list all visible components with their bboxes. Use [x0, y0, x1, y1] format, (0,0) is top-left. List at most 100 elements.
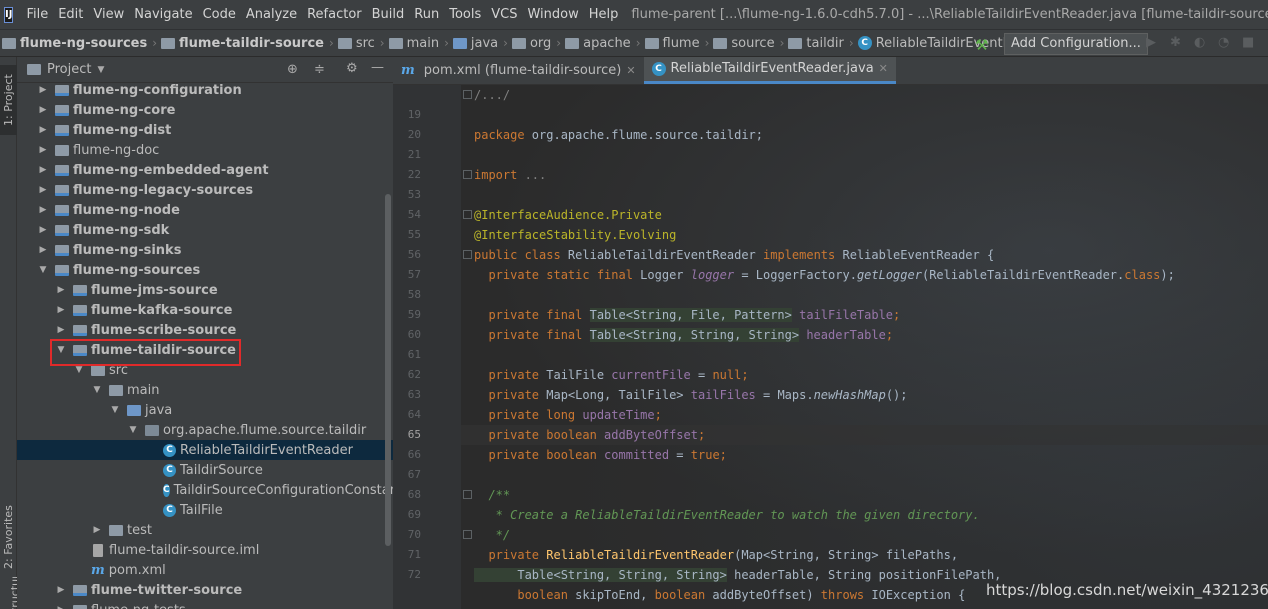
tree-item-module[interactable]: ▶ flume-ng-embedded-agent	[17, 160, 393, 180]
breadcrumb-item[interactable]: source	[713, 36, 775, 51]
coverage-icon[interactable]: ◐	[1194, 35, 1205, 50]
fold-marker-icon[interactable]	[463, 210, 472, 219]
collapse-arrow-icon[interactable]: ▼	[91, 385, 103, 395]
fold-marker-icon[interactable]	[463, 90, 472, 99]
tree-item-file[interactable]: m pom.xml	[17, 560, 393, 580]
run-icon[interactable]: ▶	[1146, 35, 1156, 50]
breadcrumb-item[interactable]: flume-ng-sources	[2, 36, 147, 51]
menu-help[interactable]: Help	[584, 0, 624, 29]
breadcrumb-item[interactable]: flume-taildir-source	[161, 36, 324, 51]
breadcrumb-item[interactable]: main	[388, 36, 439, 51]
tree-item-package[interactable]: ▼ org.apache.flume.source.taildir	[17, 420, 393, 440]
folded-region[interactable]: /.../	[474, 88, 510, 102]
locate-icon[interactable]: ⊕	[287, 62, 298, 77]
expand-arrow-icon[interactable]: ▶	[55, 285, 67, 295]
menu-tools[interactable]: Tools	[444, 0, 486, 29]
expand-arrow-icon[interactable]: ▶	[37, 205, 49, 215]
tab-reliable-taildir-event-reader[interactable]: C ReliableTaildirEventReader.java ✕	[643, 57, 896, 84]
tree-item-class[interactable]: C TaildirSourceConfigurationConstants	[17, 480, 393, 500]
build-hammer-icon[interactable]: ⚒	[975, 36, 988, 54]
breadcrumb-item[interactable]: java	[452, 36, 498, 51]
expand-arrow-icon[interactable]: ▶	[55, 605, 67, 609]
tree-item-module[interactable]: ▶ flume-ng-node	[17, 200, 393, 220]
debug-icon[interactable]: ✱	[1170, 35, 1181, 50]
expand-arrow-icon[interactable]: ▶	[55, 325, 67, 335]
expand-arrow-icon[interactable]: ▶	[55, 585, 67, 595]
menu-navigate[interactable]: Navigate	[129, 0, 197, 29]
collapse-arrow-icon[interactable]: ▼	[73, 365, 85, 375]
tree-item-module[interactable]: ▶ flume-jms-source	[17, 280, 393, 300]
expand-arrow-icon[interactable]: ▶	[37, 145, 49, 155]
menu-view[interactable]: View	[88, 0, 129, 29]
menu-edit[interactable]: Edit	[53, 0, 88, 29]
tree-item-module[interactable]: ▶ flume-kafka-source	[17, 300, 393, 320]
collapse-all-icon[interactable]: ≑	[314, 62, 325, 77]
tab-project[interactable]: 1: Project	[0, 65, 17, 135]
expand-arrow-icon[interactable]: ▶	[37, 125, 49, 135]
menu-build[interactable]: Build	[367, 0, 410, 29]
gear-icon[interactable]: ⚙	[346, 61, 358, 76]
breadcrumb-item[interactable]: apache	[565, 36, 631, 51]
project-panel-title[interactable]: Project	[47, 62, 91, 77]
tree-item-module[interactable]: ▶ flume-ng-sinks	[17, 240, 393, 260]
menu-vcs[interactable]: VCS	[486, 0, 522, 29]
tree-item-module[interactable]: ▶ flume-scribe-source	[17, 320, 393, 340]
collapse-arrow-icon[interactable]: ▼	[37, 265, 49, 275]
expand-arrow-icon[interactable]: ▶	[37, 105, 49, 115]
tree-item-file[interactable]: flume-taildir-source.iml	[17, 540, 393, 560]
expand-arrow-icon[interactable]: ▶	[37, 85, 49, 95]
fold-marker-icon[interactable]	[463, 250, 472, 259]
collapse-arrow-icon[interactable]: ▼	[109, 405, 121, 415]
tab-pom-xml[interactable]: m pom.xml (flume-taildir-source) ✕	[393, 57, 644, 84]
expand-arrow-icon[interactable]: ▶	[55, 305, 67, 315]
fold-marker-icon[interactable]	[463, 490, 472, 499]
code-token: ReliableEventReader {	[835, 248, 995, 262]
tree-item-module[interactable]: ▼ flume-ng-sources	[17, 260, 393, 280]
tree-item-class[interactable]: C TaildirSource	[17, 460, 393, 480]
add-configuration-button[interactable]: Add Configuration...	[1004, 33, 1148, 55]
tree-item-folder[interactable]: ▶ flume-ng-doc	[17, 140, 393, 160]
tree-item-module[interactable]: ▶ flume-ng-tests	[17, 600, 393, 609]
code-editor[interactable]: m pom.xml (flume-taildir-source) ✕ C Reliab…	[393, 57, 1268, 609]
fold-marker-icon[interactable]	[463, 170, 472, 179]
breadcrumb-item[interactable]: org	[511, 36, 551, 51]
minimize-icon[interactable]: —	[371, 60, 384, 75]
expand-arrow-icon[interactable]: ▶	[37, 165, 49, 175]
tree-item-folder[interactable]: ▼ main	[17, 380, 393, 400]
menu-file[interactable]: File	[21, 0, 53, 29]
tree-item-folder[interactable]: ▶ test	[17, 520, 393, 540]
menu-run[interactable]: Run	[409, 0, 444, 29]
intellij-logo-icon[interactable]: IJ	[4, 6, 14, 23]
fold-marker-icon[interactable]	[463, 530, 472, 539]
tree-item-folder[interactable]: ▼ java	[17, 400, 393, 420]
menu-refactor[interactable]: Refactor	[302, 0, 367, 29]
tab-favorites[interactable]: 2: Favorites	[0, 497, 17, 577]
close-icon[interactable]: ✕	[626, 64, 635, 77]
tree-item-class[interactable]: C TailFile	[17, 500, 393, 520]
project-scrollbar[interactable]	[385, 194, 391, 546]
profile-icon[interactable]: ◔	[1218, 35, 1229, 50]
expand-arrow-icon[interactable]: ▶	[37, 185, 49, 195]
chevron-down-icon[interactable]: ▼	[97, 65, 104, 75]
tree-item-module[interactable]: ▶ flume-ng-legacy-sources	[17, 180, 393, 200]
tab-structure[interactable]: 7: Structure	[0, 577, 17, 609]
expand-arrow-icon[interactable]: ▶	[37, 225, 49, 235]
folded-region[interactable]: ...	[517, 168, 547, 182]
expand-arrow-icon[interactable]: ▶	[91, 525, 103, 535]
menu-code[interactable]: Code	[198, 0, 241, 29]
expand-arrow-icon[interactable]: ▶	[37, 245, 49, 255]
close-icon[interactable]: ✕	[879, 62, 888, 75]
breadcrumb-item[interactable]: taildir	[788, 36, 844, 51]
tree-item-class[interactable]: C ReliableTaildirEventReader	[17, 440, 393, 460]
tree-item-module[interactable]: ▶ flume-ng-sdk	[17, 220, 393, 240]
breadcrumb-item[interactable]: src	[337, 36, 375, 51]
tree-item-module[interactable]: ▶ flume-ng-core	[17, 100, 393, 120]
tree-item-module[interactable]: ▶ flume-ng-configuration	[17, 80, 393, 100]
menu-window[interactable]: Window	[522, 0, 583, 29]
menu-analyze[interactable]: Analyze	[241, 0, 302, 29]
breadcrumb-item[interactable]: flume	[644, 36, 700, 51]
stop-icon[interactable]: ■	[1242, 35, 1254, 50]
tree-item-module[interactable]: ▶ flume-twitter-source	[17, 580, 393, 600]
tree-item-module[interactable]: ▶ flume-ng-dist	[17, 120, 393, 140]
collapse-arrow-icon[interactable]: ▼	[127, 425, 139, 435]
